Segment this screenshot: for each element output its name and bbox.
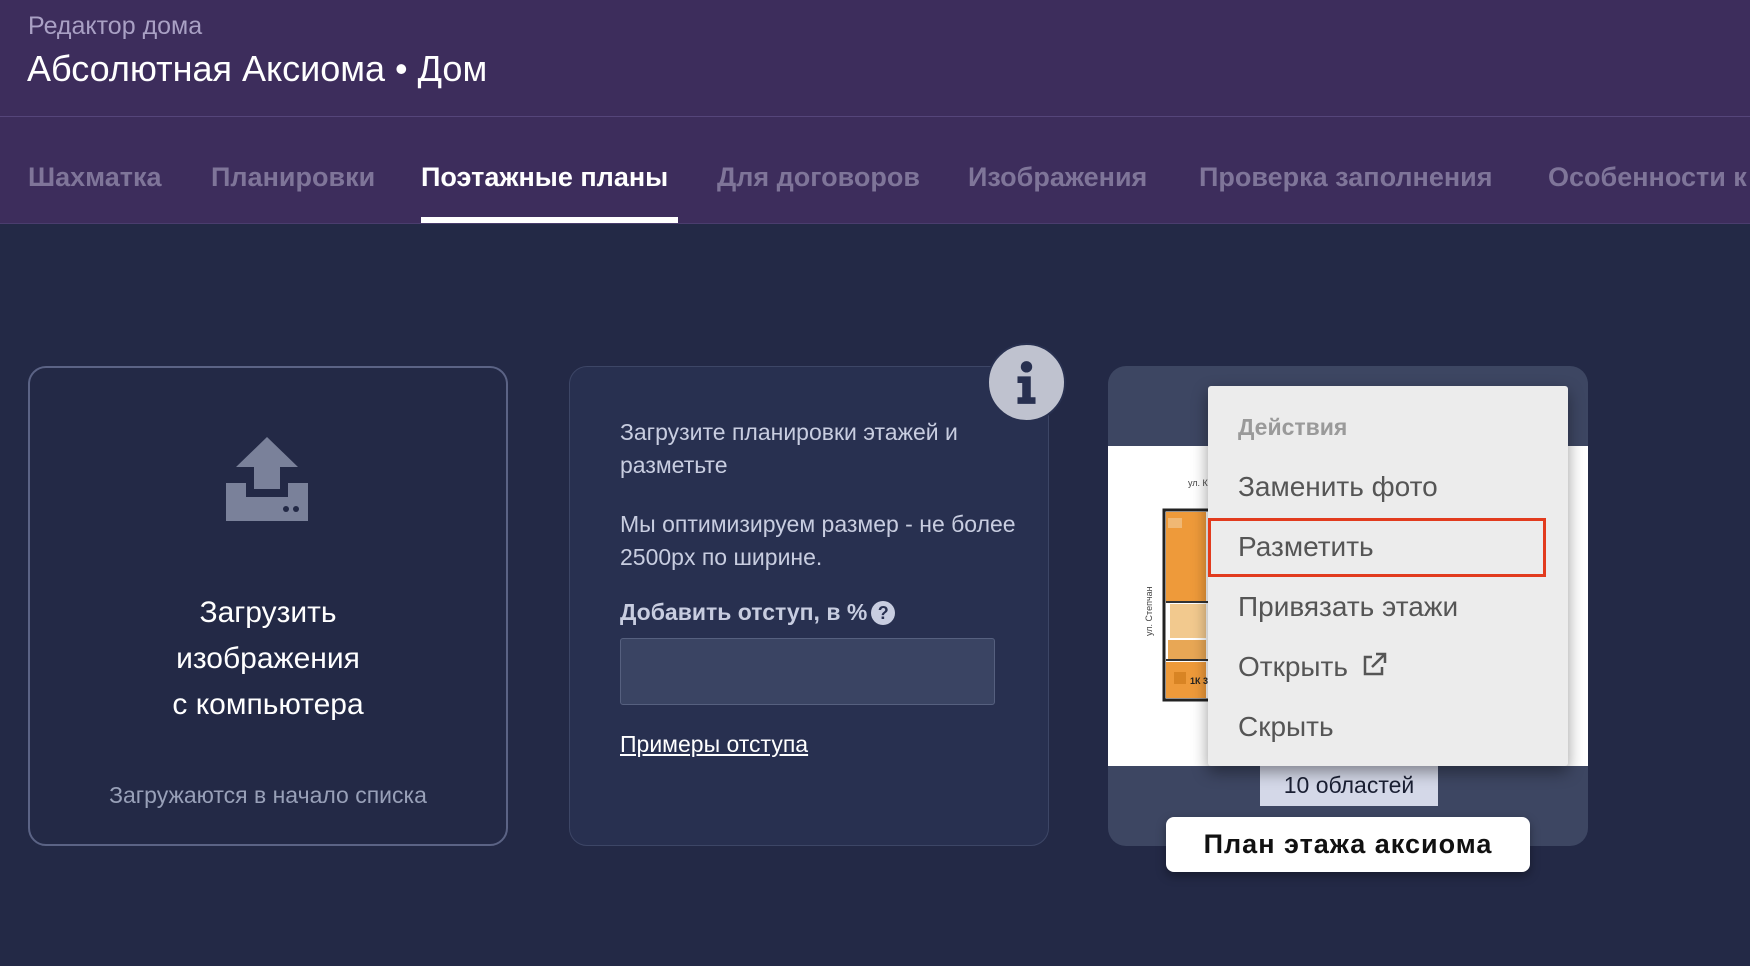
tab-layouts[interactable]: Планировки xyxy=(211,162,375,193)
info-card: Загрузите планировки этажей и разметьте … xyxy=(569,366,1049,846)
menu-item-markup[interactable]: Разметить xyxy=(1238,531,1374,563)
menu-item-hide[interactable]: Скрыть xyxy=(1238,711,1334,743)
tab-completeness-check[interactable]: Проверка заполнения xyxy=(1199,162,1493,193)
regions-count-badge: 10 областей xyxy=(1260,764,1438,806)
header-bottom-border xyxy=(0,223,1750,224)
floor-plan-name: План этажа аксиома xyxy=(1166,817,1530,872)
menu-item-replace-photo[interactable]: Заменить фото xyxy=(1238,471,1438,503)
header: Редактор дома Абсолютная Аксиома • Дом Ш… xyxy=(0,0,1750,224)
info-text-optimize: Мы оптимизируем размер - не более 2500px… xyxy=(620,511,1016,570)
upload-tray-icon xyxy=(226,437,308,521)
street-label-side: ул. Степчан xyxy=(1144,586,1154,636)
tab-floor-plans[interactable]: Поэтажные планы xyxy=(421,162,668,193)
external-link-icon xyxy=(1363,652,1386,676)
tab-images[interactable]: Изображения xyxy=(968,162,1147,193)
upload-card[interactable]: Загрузить изображения с компьютера Загру… xyxy=(28,366,508,846)
menu-item-open[interactable]: Открыть xyxy=(1238,651,1388,683)
menu-header: Действия xyxy=(1238,414,1348,440)
actions-menu: Действия Заменить фото Разметить Привяза… xyxy=(1208,386,1568,766)
upload-hint: Загружаются в начало списка xyxy=(109,782,427,808)
indent-input[interactable] xyxy=(620,638,995,705)
tab-chessboard[interactable]: Шахматка xyxy=(28,162,162,193)
page-title: Абсолютная Аксиома • Дом xyxy=(27,48,488,89)
menu-item-link-floors[interactable]: Привязать этажи xyxy=(1238,591,1458,623)
upload-title: Загрузить изображения с компьютера xyxy=(172,596,364,721)
apartment-label: 1К 3 xyxy=(1190,676,1208,686)
header-divider xyxy=(0,116,1750,117)
help-icon[interactable]: ? xyxy=(871,601,896,625)
tab-contracts[interactable]: Для договоров xyxy=(717,162,920,193)
indent-examples-link[interactable]: Примеры отступа xyxy=(620,731,808,758)
tab-features[interactable]: Особенности к xyxy=(1548,162,1747,193)
info-icon[interactable] xyxy=(987,343,1066,422)
info-text-upload: Загрузите планировки этажей и разметьте xyxy=(620,419,958,478)
page-subtitle: Редактор дома xyxy=(28,12,203,40)
indent-label: Добавить отступ, в %? xyxy=(620,599,896,626)
